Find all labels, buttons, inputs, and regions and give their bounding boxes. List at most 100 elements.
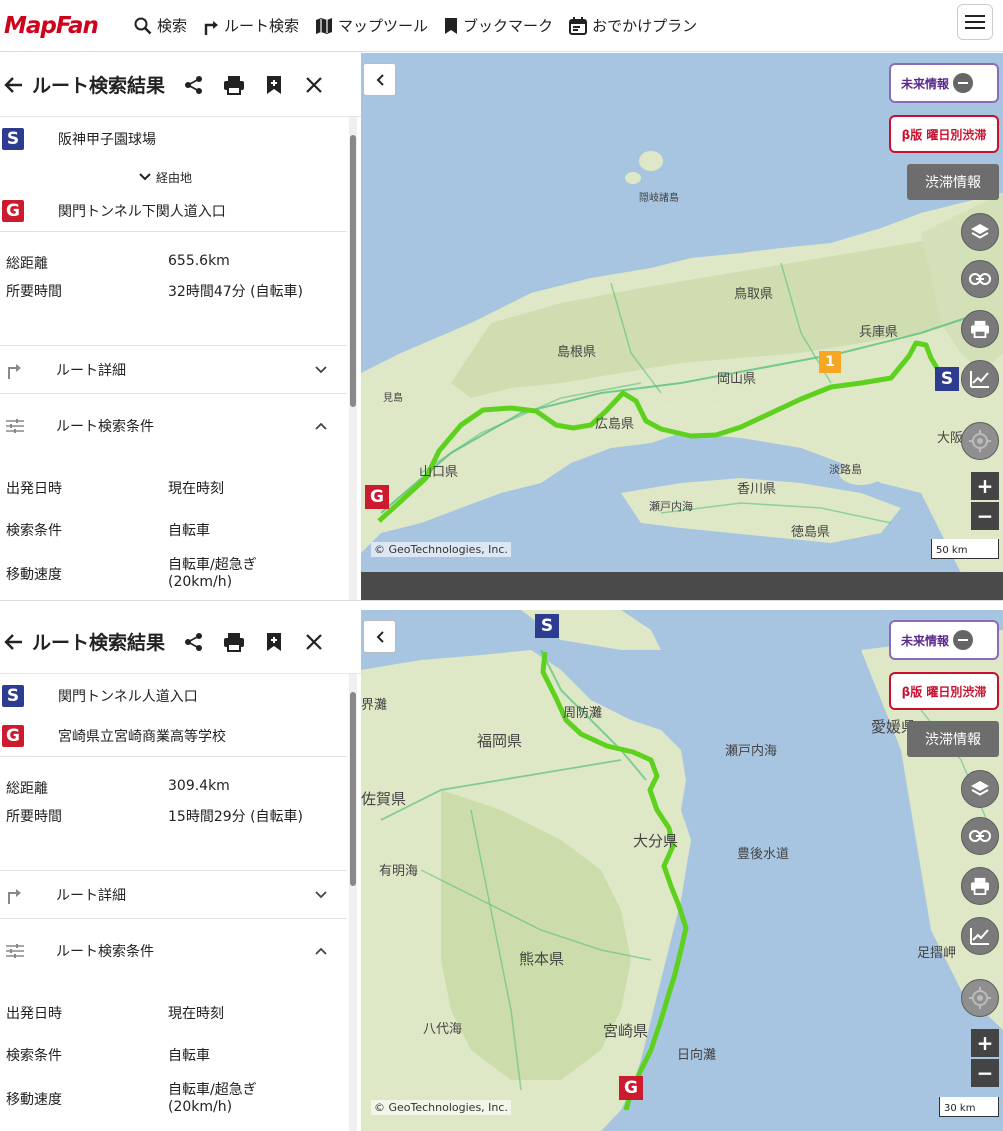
route-panel-2: ルート検索結果 S 関門トンネル人道入口 G 宮崎県立宮崎商業高等学校 総距離 … [0, 610, 1003, 1131]
distance-label: 総距離 [6, 781, 48, 797]
goal-pin[interactable]: G [619, 1076, 643, 1100]
goal-point-row[interactable]: G 宮崎県立宮崎商業高等学校 [0, 716, 361, 756]
goal-point-row[interactable]: G 関門トンネル下関人道入口 [0, 191, 361, 231]
weekday-traffic-label: β版 曜日別渋滞 [901, 684, 987, 699]
route-conditions-toggle[interactable]: ルート検索条件 [0, 919, 347, 983]
speed-label: 移動速度 [6, 1092, 62, 1108]
condition-row: 検索条件 自転車 [0, 1045, 361, 1065]
calendar-icon [569, 16, 588, 35]
bookmark-add-icon[interactable] [263, 74, 285, 96]
map-label-ariakekai: 有明海 [379, 864, 419, 879]
minus-circle-icon [953, 630, 973, 650]
map-label-yatsushiro: 八代海 [423, 1022, 463, 1037]
print-icon[interactable] [223, 631, 245, 653]
link-icon [969, 830, 991, 842]
close-icon[interactable] [303, 631, 325, 653]
scrollbar-thumb[interactable] [350, 135, 356, 407]
start-point-row[interactable]: S 阪神甲子園球場 [0, 119, 361, 159]
weekday-traffic-button[interactable]: β版 曜日別渋滞 [889, 672, 999, 710]
minus-circle-icon [953, 73, 973, 93]
sidebar-scrollbar[interactable] [349, 674, 357, 1131]
share-icon[interactable] [183, 631, 205, 653]
nav-maptool[interactable]: マップツール [315, 15, 428, 36]
scrollbar-thumb[interactable] [350, 692, 356, 886]
link-icon [969, 273, 991, 285]
elevation-button[interactable] [961, 360, 999, 398]
link-button[interactable] [961, 817, 999, 855]
traffic-info-button[interactable]: 渋滞情報 [907, 721, 999, 757]
traffic-info-label: 渋滞情報 [925, 732, 981, 748]
goal-pin[interactable]: G [365, 485, 389, 509]
route-detail-toggle[interactable]: ルート詳細 [0, 871, 347, 919]
nav-plan[interactable]: おでかけプラン [569, 15, 697, 36]
depart-row: 出発日時 現在時刻 [0, 478, 361, 498]
nav-search[interactable]: 検索 [134, 15, 187, 36]
map-scale-bar: 30 km [939, 1097, 999, 1117]
current-location-button[interactable] [961, 422, 999, 460]
bookmark-icon [445, 17, 458, 34]
route-map-1[interactable]: 鳥取県 島根県 岡山県 広島県 山口県 香川県 徳島県 兵庫県 大阪 淡路島 瀬… [361, 53, 1003, 600]
link-button[interactable] [961, 260, 999, 298]
search-icon [134, 17, 152, 34]
nav-route[interactable]: ルート検索 [203, 15, 299, 36]
zoom-in-button[interactable]: + [971, 1029, 999, 1057]
current-location-button[interactable] [961, 979, 999, 1017]
map-print-button[interactable] [961, 867, 999, 905]
sliders-icon [6, 419, 24, 433]
menu-button[interactable] [957, 4, 993, 40]
turn-arrow-icon [8, 363, 21, 379]
back-arrow-icon[interactable] [4, 76, 24, 94]
map-label-hyogo: 兵庫県 [859, 325, 899, 340]
print-icon[interactable] [223, 74, 245, 96]
nav-search-label: 検索 [157, 17, 188, 35]
via-pin[interactable]: 1 [819, 351, 841, 373]
distance-value: 309.4km [168, 778, 230, 794]
future-info-toggle[interactable]: 未来情報 [889, 63, 999, 103]
route-detail-label: ルート詳細 [56, 887, 126, 904]
elevation-button[interactable] [961, 917, 999, 955]
future-info-toggle[interactable]: 未来情報 [889, 620, 999, 660]
route-conditions-toggle[interactable]: ルート検索条件 [0, 394, 347, 458]
collapse-sidebar-button[interactable] [363, 620, 396, 653]
speed-value: 自転車/超急ぎ [168, 557, 257, 573]
collapse-sidebar-button[interactable] [363, 63, 396, 96]
elevation-chart-icon [970, 928, 989, 945]
weekday-traffic-button[interactable]: β版 曜日別渋滞 [889, 115, 999, 153]
share-icon[interactable] [183, 74, 205, 96]
turn-arrow-icon [8, 888, 21, 904]
depart-label: 出発日時 [6, 1006, 62, 1022]
condition-label: 検索条件 [6, 1048, 62, 1064]
zoom-out-button[interactable]: − [971, 1059, 999, 1087]
page-title: ルート検索結果 [32, 632, 166, 654]
route-map-2[interactable]: 福岡県 佐賀県 大分県 熊本県 宮崎県 周防灘 瀬戸内海 有明海 豊後水道 愛媛… [361, 610, 1003, 1131]
future-info-label: 未来情報 [901, 633, 950, 648]
back-arrow-icon[interactable] [4, 633, 24, 651]
speed-value: 自転車/超急ぎ [168, 1082, 257, 1098]
traffic-info-button[interactable]: 渋滞情報 [907, 164, 999, 200]
map-label-setonaikai: 瀬戸内海 [649, 500, 693, 513]
route-detail-toggle[interactable]: ルート詳細 [0, 346, 347, 394]
start-pin[interactable]: S [535, 614, 559, 638]
mapfan-logo[interactable]: MapFan [4, 11, 110, 41]
layers-button[interactable] [961, 213, 999, 251]
map-label-tokushima: 徳島県 [791, 525, 831, 540]
close-icon[interactable] [303, 74, 325, 96]
map-print-button[interactable] [961, 310, 999, 348]
goal-badge: G [2, 200, 24, 222]
speed-row: 移動速度 自転車/超急ぎ (20km/h) [0, 1079, 361, 1115]
zoom-in-button[interactable]: + [971, 472, 999, 500]
zoom-out-button[interactable]: − [971, 502, 999, 530]
start-pin[interactable]: S [935, 367, 959, 391]
start-point-row[interactable]: S 関門トンネル人道入口 [0, 676, 361, 716]
sidebar-scrollbar[interactable] [349, 117, 357, 600]
via-toggle[interactable]: 経由地 [0, 159, 361, 195]
sidebar-header: ルート検索結果 [0, 53, 361, 117]
page-title: ルート検索結果 [32, 75, 166, 97]
nav-bookmark[interactable]: ブックマーク [444, 15, 553, 36]
future-info-label: 未来情報 [901, 76, 950, 91]
bookmark-add-icon[interactable] [263, 631, 285, 653]
distance-value: 655.6km [168, 253, 230, 269]
map-label-mishima: 見島 [383, 393, 403, 404]
layers-button[interactable] [961, 770, 999, 808]
weekday-traffic-label: β版 曜日別渋滞 [901, 127, 987, 142]
